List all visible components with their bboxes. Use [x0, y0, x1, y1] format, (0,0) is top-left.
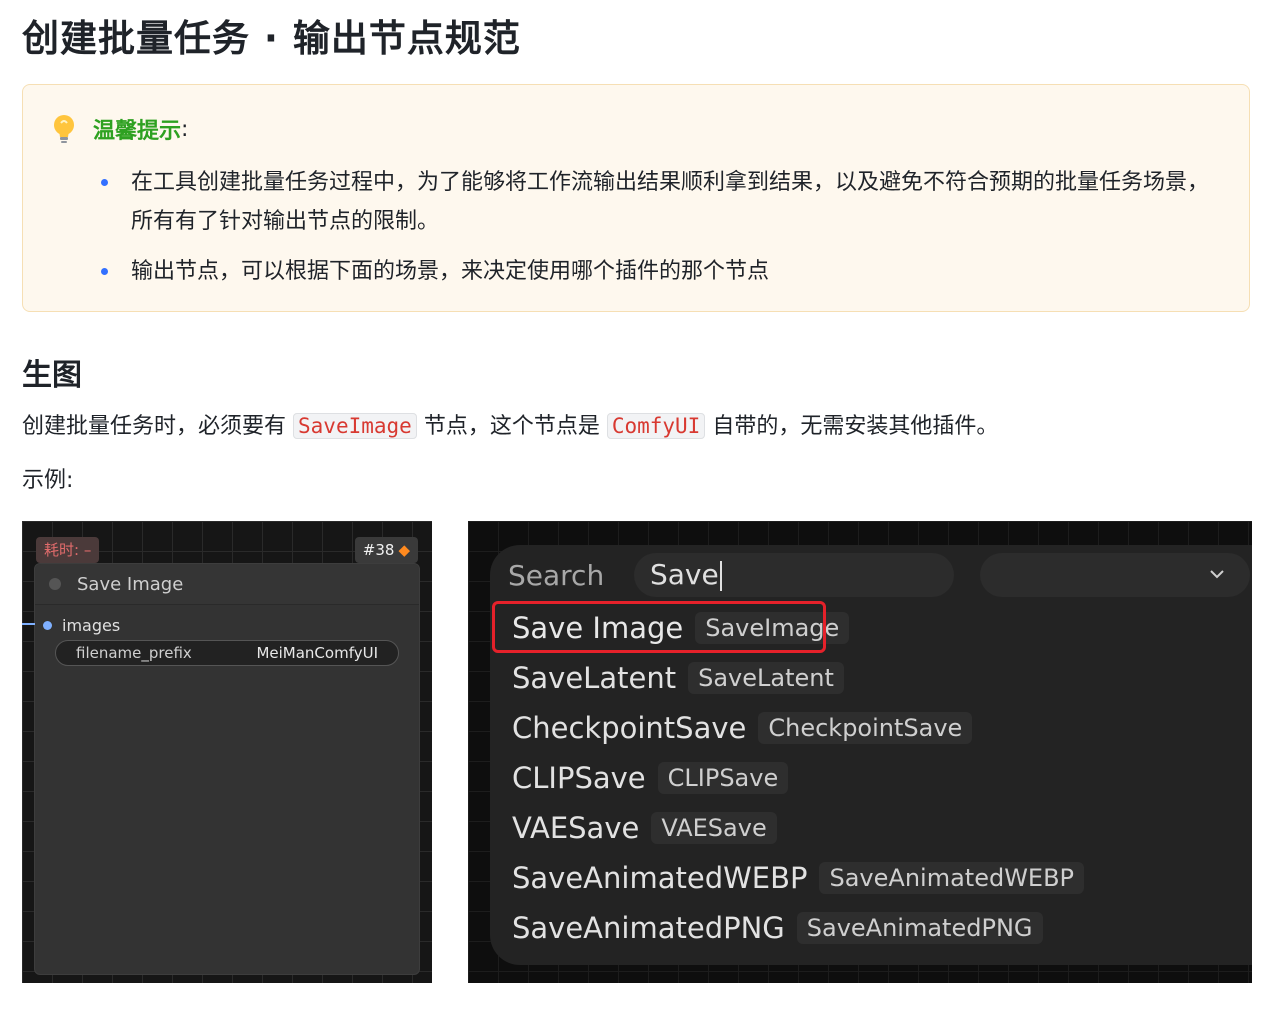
node-time-badge: 耗时: – — [36, 537, 100, 563]
result-tag: CLIPSave — [657, 762, 789, 794]
text-caret — [719, 561, 722, 591]
callout-title: 温馨提示 — [93, 119, 182, 144]
callout-colon: : — [181, 116, 189, 142]
chevron-down-icon[interactable] — [1208, 565, 1226, 583]
node-id-badge: #38 ◆ — [354, 537, 418, 563]
result-tag: SaveAnimatedPNG — [796, 912, 1043, 944]
para-text: 创建批量任务时，必须要有 — [22, 414, 287, 439]
search-screenshot: Search Save Save Image SaveImage SaveLat… — [468, 521, 1252, 983]
search-label: Search — [508, 559, 605, 592]
node-id-text: #38 — [362, 541, 395, 559]
lightbulb-icon — [51, 113, 77, 145]
callout-item: 输出节点，可以根据下面的场景，来决定使用哪个插件的那个节点 — [99, 252, 1209, 291]
result-tag: SaveImage — [695, 612, 850, 644]
search-result-item[interactable]: Save Image SaveImage — [492, 601, 1084, 653]
search-results: Save Image SaveImage SaveLatent SaveLate… — [492, 601, 1085, 953]
result-name: SaveAnimatedWEBP — [512, 861, 808, 895]
collapse-dot-icon[interactable] — [49, 578, 61, 590]
para-text: 自带的，无需安装其他插件。 — [712, 414, 999, 439]
search-result-item[interactable]: CheckpointSave CheckpointSave — [512, 703, 1084, 753]
fox-icon: ◆ — [398, 541, 410, 559]
search-result-item[interactable]: CLIPSave CLIPSave — [512, 753, 1084, 803]
section-title: 生图 — [22, 358, 82, 393]
widget-label: filename_prefix — [76, 644, 192, 662]
inline-code-saveimage: SaveImage — [293, 413, 417, 439]
search-input[interactable]: Save — [634, 553, 954, 597]
search-result-item[interactable]: VAESave VAESave — [512, 803, 1084, 853]
search-value: Save — [650, 558, 719, 591]
input-link-line — [22, 623, 35, 625]
result-name: CheckpointSave — [512, 711, 747, 745]
filename-prefix-widget[interactable]: filename_prefix MeiManComfyUI — [55, 640, 399, 666]
inline-code-comfyui: ComfyUI — [606, 413, 706, 439]
callout-header: 温馨提示: — [51, 113, 188, 145]
widget-value: MeiManComfyUI — [256, 644, 378, 662]
callout-item: 在工具创建批量任务过程中，为了能够将工作流输出结果顺利拿到结果，以及避免不符合预… — [99, 163, 1209, 241]
result-name: CLIPSave — [512, 761, 646, 795]
save-image-node[interactable]: Save Image images filename_prefix MeiMan… — [22, 563, 420, 975]
node-input-images[interactable]: images — [43, 616, 120, 635]
result-name: Save Image — [512, 611, 684, 645]
result-tag: SaveAnimatedWEBP — [819, 862, 1085, 894]
result-name: SaveAnimatedPNG — [512, 911, 785, 945]
callout-list: 在工具创建批量任务过程中，为了能够将工作流输出结果顺利拿到结果，以及避免不符合预… — [99, 163, 1209, 302]
search-result-item[interactable]: SaveLatent SaveLatent — [512, 653, 1084, 703]
node-search-panel: Search Save Save Image SaveImage SaveLat… — [490, 545, 1252, 965]
example-label: 示例: — [22, 468, 74, 493]
node-title: Save Image — [77, 573, 184, 595]
search-result-item[interactable]: SaveAnimatedPNG SaveAnimatedPNG — [512, 903, 1084, 953]
result-name: SaveLatent — [512, 661, 677, 695]
tip-callout: 温馨提示: 在工具创建批量任务过程中，为了能够将工作流输出结果顺利拿到结果，以及… — [22, 84, 1250, 312]
search-result-item[interactable]: SaveAnimatedWEBP SaveAnimatedWEBP — [512, 853, 1085, 903]
result-tag: CheckpointSave — [758, 712, 973, 744]
section-paragraph: 创建批量任务时，必须要有 SaveImage 节点，这个节点是 ComfyUI … — [22, 406, 998, 447]
input-socket-icon[interactable] — [43, 621, 52, 630]
node-screenshot: 耗时: – #38 ◆ Save Image images filename_pr… — [22, 521, 432, 983]
page-title: 创建批量任务 · 输出节点规范 — [22, 17, 521, 60]
input-label: images — [62, 616, 121, 635]
result-tag: SaveLatent — [688, 662, 844, 694]
node-header[interactable]: Save Image — [35, 564, 419, 605]
result-name: VAESave — [512, 811, 640, 845]
result-tag: VAESave — [651, 812, 777, 844]
para-text: 节点，这个节点是 — [423, 414, 600, 439]
